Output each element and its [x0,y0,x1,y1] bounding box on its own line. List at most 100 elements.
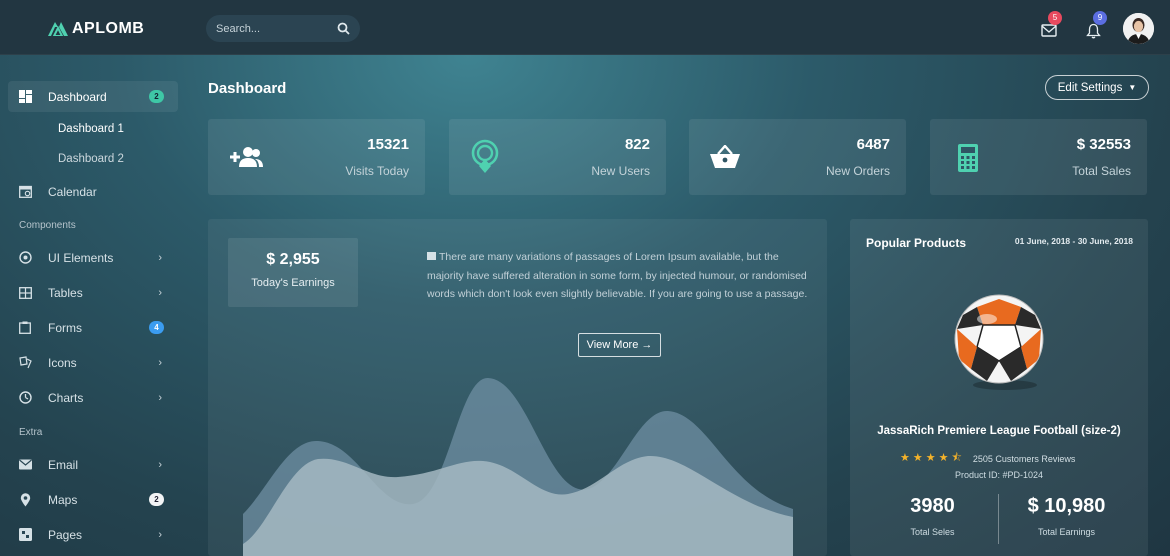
bell-icon [1086,23,1101,39]
earnings-description: There are many variations of passages of… [427,248,812,304]
earnings-label: Today's Earnings [251,277,335,289]
logo-icon [48,22,68,36]
chevron-right-icon: › [158,528,162,541]
chevron-right-icon: › [158,458,162,471]
stat-value: 822 [624,136,650,153]
sidebar-item-ui-elements[interactable]: UI Elements › [8,242,178,273]
product-id: Product ID: #PD-1024 [954,470,1044,480]
sidebar-item-label: Pages [48,527,83,542]
sidebar-item-label: Calendar [48,184,97,199]
stat-value: 15321 [367,136,409,153]
sidebar-item-charts[interactable]: Charts › [8,382,178,413]
map-pin-icon [18,492,32,507]
brand-logo[interactable]: APLOMB [48,20,144,38]
notifications-button[interactable]: 9 [1079,11,1109,44]
chevron-right-icon: › [158,356,162,369]
avatar[interactable] [1123,13,1154,44]
sidebar-item-tables[interactable]: Tables › [8,277,178,308]
sidebar-subitem-dashboard-2[interactable]: Dashboard 2 [58,153,124,165]
sidebar-item-calendar[interactable]: Calendar [8,176,178,207]
sidebar-item-email[interactable]: Email › [8,449,178,480]
sidebar-item-maps[interactable]: Maps 2 [8,484,178,515]
clipboard-icon [18,321,32,335]
mail-icon [1041,24,1057,37]
caret-down-icon: ▼ [1128,83,1137,92]
sidebar-item-icons[interactable]: Icons › [8,347,178,378]
stat-value: $ 10,980 [1027,495,1106,517]
stat-value: $ 32553 [1076,136,1131,153]
panel-title: Popular Products [866,236,967,250]
stat-label: Total Seles [910,527,955,537]
search-box[interactable] [206,15,360,42]
total-earnings-stat: $ 10,980 Total Earnings [992,495,1141,537]
sidebar: Dashboard 2 Dashboard 1 Dashboard 2 Cale… [0,56,190,556]
earnings-area-chart [243,377,793,556]
edit-settings-button[interactable]: Edit Settings ▼ [1045,75,1149,100]
stat-card-orders[interactable]: 6487 New Orders [689,119,906,195]
sidebar-item-label: Tables [48,285,83,300]
chevron-right-icon: › [158,391,162,404]
earnings-value: $ 2,955 [266,251,320,268]
pages-icon [18,528,32,542]
stat-card-users[interactable]: 822 New Users [449,119,666,195]
reviews-count: 2505 Customers Reviews [972,453,1076,464]
earnings-text: There are many variations of passages of… [427,251,808,300]
football-image[interactable] [947,289,1052,394]
star-rating-icon: ★★★★⯪ [900,452,965,464]
basket-icon [710,145,740,168]
stat-card-sales[interactable]: $ 32553 Total Sales [930,119,1147,195]
stat-label: New Users [591,164,650,178]
stat-value: 6487 [856,136,890,153]
section-label-components: Components [19,220,76,231]
chevron-right-icon: › [158,286,162,299]
mail-badge: 5 [1048,11,1062,25]
stat-card-visits[interactable]: 15321 Visits Today [208,119,425,195]
location-icon [471,139,499,173]
earnings-panel: $ 2,955 Today's Earnings There are many … [208,219,827,556]
section-label-extra: Extra [19,427,43,438]
product-name[interactable]: JassaRich Premiere League Football (size… [850,425,1148,437]
search-input[interactable] [216,22,326,35]
sidebar-item-label: Dashboard [48,89,107,104]
sidebar-item-forms[interactable]: Forms 4 [8,312,178,343]
sidebar-item-pages[interactable]: Pages › [8,519,178,550]
edit-settings-label: Edit Settings [1057,81,1123,94]
mail-button[interactable]: 5 [1034,11,1064,44]
stat-label: New Orders [825,164,890,178]
view-more-button[interactable]: View More → [578,333,661,357]
sidebar-item-label: Icons [48,355,77,370]
product-rating: ★★★★⯪ 2505 Customers Reviews [900,449,1075,468]
chevron-right-icon: › [158,251,162,264]
sidebar-item-label: UI Elements [48,250,114,265]
calendar-icon [18,185,32,199]
sidebar-item-label: Maps [48,492,78,507]
date-range[interactable]: 01 June, 2018 - 30 June, 2018 [1015,236,1133,246]
comment-icon [427,252,436,260]
user-avatar-icon [1123,13,1154,44]
sidebar-item-label: Charts [48,390,84,405]
target-icon [18,251,32,265]
search-icon[interactable] [337,22,350,35]
sidebar-item-label: Email [48,457,79,472]
page-title: Dashboard [208,80,287,97]
stat-value: 3980 [910,495,955,517]
total-sales-stat: 3980 Total Seles [858,495,1007,537]
brand-name: APLOMB [72,20,145,37]
sidebar-item-dashboard[interactable]: Dashboard 2 [8,81,178,112]
stat-label: Total Sales [1072,164,1131,178]
dashboard-icon [18,90,32,104]
stat-label: Visits Today [345,164,409,178]
add-user-icon [230,147,263,167]
forms-badge: 4 [149,321,164,334]
today-earnings-box: $ 2,955 Today's Earnings [228,238,358,307]
icons-icon [18,356,32,370]
calculator-icon [958,144,978,172]
mail-icon [18,458,32,472]
top-bar: APLOMB 5 9 [0,0,1170,55]
table-icon [18,286,32,300]
maps-badge: 2 [149,493,164,506]
stat-label: Total Earnings [1037,527,1096,537]
sidebar-subitem-dashboard-1[interactable]: Dashboard 1 [58,123,124,135]
chart-icon [18,391,32,405]
popular-products-panel: Popular Products 01 June, 2018 - 30 June… [850,219,1148,556]
